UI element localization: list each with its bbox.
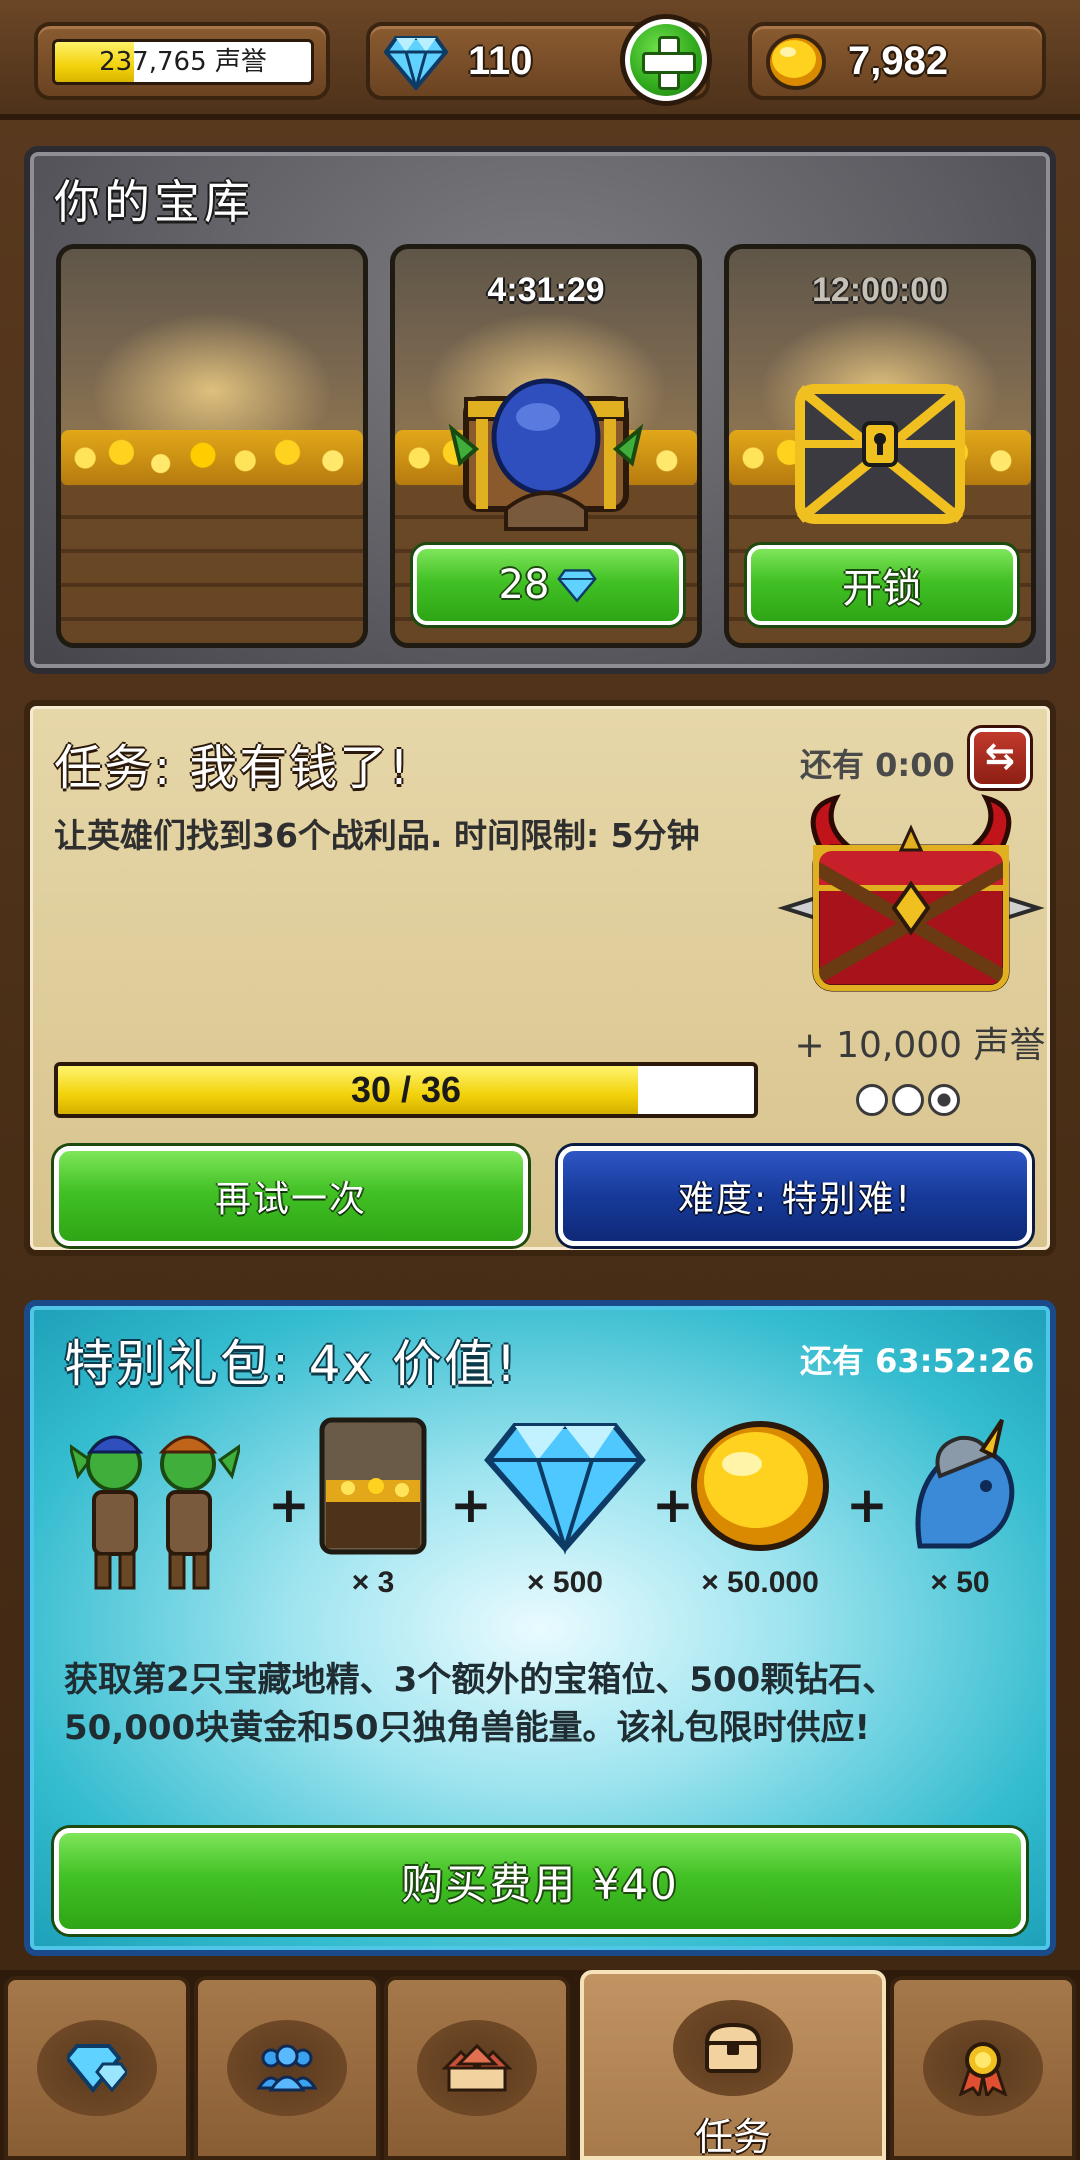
nav-tab-gems[interactable] xyxy=(4,1976,190,2160)
special-offer-panel: 特别礼包: 4x 价值! 还有 63:52:26 + × 3 + × 500 +… xyxy=(24,1300,1056,1956)
swap-quest-button[interactable]: ⇆ xyxy=(970,728,1030,788)
vault-slot-goblin-chest[interactable]: 4:31:29 28 xyxy=(390,244,702,648)
quest-panel: 任务: 我有钱了! 还有 0:00 ⇆ 让英雄们找到36个战利品. 时间限制: … xyxy=(24,700,1056,1256)
difficulty-circle xyxy=(892,1084,924,1116)
offer-items: + × 3 + × 500 + × 50.000 + × 50 xyxy=(67,1416,1030,1606)
offer-item-diamonds: × 500 xyxy=(480,1416,650,1599)
gems-icon xyxy=(67,2044,127,2094)
vault-title: 你的宝库 xyxy=(54,175,254,229)
goblin-chest-icon xyxy=(448,378,644,531)
gold-coin-icon xyxy=(766,34,826,90)
nav-disc xyxy=(673,2000,793,2096)
buy-gems-plus-button[interactable] xyxy=(620,14,712,106)
town-icon xyxy=(441,2043,513,2092)
retry-button[interactable]: 再试一次 xyxy=(54,1146,528,1246)
vault-slot-empty[interactable] xyxy=(56,244,368,648)
slot-timer: 12:00:00 xyxy=(811,271,949,309)
nav-tab-label: 任务 xyxy=(694,2115,771,2159)
difficulty-circle xyxy=(856,1084,888,1116)
diamond-icon xyxy=(484,1423,646,1555)
speed-up-button[interactable]: 28 xyxy=(413,545,683,625)
gold-pile xyxy=(61,430,363,487)
offer-item-unicorn: × 50 xyxy=(890,1416,1030,1599)
vault-slots-qty: × 3 xyxy=(351,1566,395,1599)
reputation-pill: 237,765 声誉 xyxy=(34,22,330,100)
diamond-icon xyxy=(384,36,448,90)
unlock-button[interactable]: 开锁 xyxy=(747,545,1017,625)
nav-disc xyxy=(417,2020,537,2116)
difficulty-label: 难度: 特别难! xyxy=(677,1179,912,1220)
unlock-label: 开锁 xyxy=(842,566,922,612)
offer-item-goblins xyxy=(67,1416,243,1600)
plus-sign: + xyxy=(268,1476,310,1534)
locked-chest-icon xyxy=(795,384,965,524)
gems-count: 110 xyxy=(468,39,533,83)
unicorn-qty: × 50 xyxy=(930,1566,990,1599)
diamonds-qty: × 500 xyxy=(527,1566,603,1599)
nav-disc xyxy=(923,2020,1043,2116)
offer-item-vault-slots: × 3 xyxy=(318,1416,428,1599)
buy-offer-button[interactable]: 购买费用 ¥40 xyxy=(54,1828,1026,1934)
offer-time-remaining: 还有 63:52:26 xyxy=(800,1342,1035,1380)
gold-coin-icon xyxy=(691,1421,829,1551)
nav-tab-achievements[interactable] xyxy=(890,1976,1076,2160)
nav-tab-heroes[interactable] xyxy=(194,1976,380,2160)
quest-progress-bar: 30 / 36 xyxy=(54,1062,758,1118)
reputation-bar: 237,765 声誉 xyxy=(52,39,314,85)
nav-tab-town[interactable] xyxy=(384,1976,570,2160)
retry-label: 再试一次 xyxy=(214,1179,367,1220)
buy-offer-label: 购买费用 ¥40 xyxy=(401,1859,679,1909)
vault-slot-icon xyxy=(319,1417,427,1555)
unicorn-icon xyxy=(915,1418,1015,1549)
swap-icon: ⇆ xyxy=(984,736,1016,777)
slot-timer: 4:31:29 xyxy=(487,271,605,309)
difficulty-indicator xyxy=(856,1084,976,1124)
vault-panel: 你的宝库 4:31:29 28 12:00:00 开锁 xyxy=(24,146,1056,674)
wood-planks xyxy=(61,485,363,643)
nav-tab-quests[interactable]: 任务 xyxy=(580,1970,886,2160)
quest-time-remaining: 还有 0:00 xyxy=(800,746,955,784)
nav-disc xyxy=(227,2020,347,2116)
top-bar: 237,765 声誉 110 7,982 xyxy=(0,0,1080,120)
nav-disc xyxy=(37,2020,157,2116)
horned-red-chest-icon xyxy=(777,794,1045,992)
gold-count: 7,982 xyxy=(848,39,949,83)
heroes-icon xyxy=(256,2044,318,2092)
quest-progress-text: 30 / 36 xyxy=(350,1069,462,1110)
speed-up-cost: 28 xyxy=(498,562,550,608)
quest-reward: + 10,000 声誉 xyxy=(794,1025,1046,1066)
gold-qty: × 50.000 xyxy=(701,1566,819,1599)
quest-title: 任务: 我有钱了! xyxy=(54,740,411,796)
gold-pill: 7,982 xyxy=(748,22,1046,100)
offer-item-gold: × 50.000 xyxy=(680,1416,840,1599)
offer-title: 特别礼包: 4x 价值! xyxy=(64,1335,519,1393)
vault-slot-locked-chest[interactable]: 12:00:00 开锁 xyxy=(724,244,1036,648)
difficulty-button[interactable]: 难度: 特别难! xyxy=(558,1146,1032,1246)
difficulty-circle xyxy=(928,1084,960,1116)
offer-description: 获取第2只宝藏地精、3个额外的宝箱位、500颗钻石、50,000块黄金和50只独… xyxy=(64,1660,897,1748)
diamond-icon xyxy=(557,569,598,602)
plus-icon xyxy=(630,24,702,96)
plus-sign: + xyxy=(846,1476,888,1534)
bottom-nav: 任务 xyxy=(0,1970,1080,2160)
reputation-text: 237,765 声誉 xyxy=(99,47,267,77)
goblins-icon xyxy=(67,1435,243,1590)
medal-icon xyxy=(958,2042,1008,2096)
chest-icon xyxy=(704,2022,762,2073)
quest-description: 让英雄们找到36个战利品. 时间限制: 5分钟 xyxy=(54,816,700,855)
